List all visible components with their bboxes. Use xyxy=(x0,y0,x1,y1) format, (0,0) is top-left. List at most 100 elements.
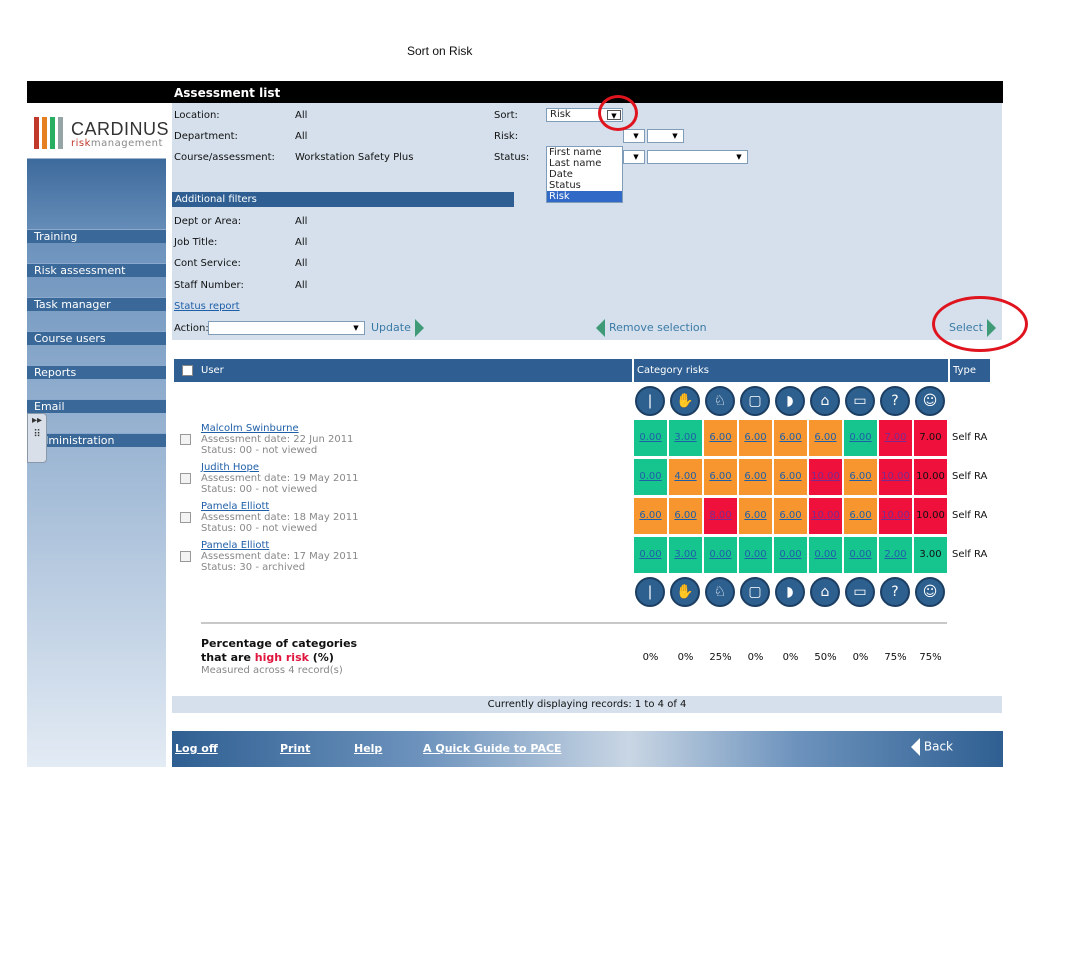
risk-cell[interactable]: 6.00 xyxy=(774,420,807,456)
assessment-status: Status: 00 - not viewed xyxy=(201,445,318,456)
question-icon: ? xyxy=(880,386,910,416)
category-risks-header: Category risks xyxy=(634,359,948,382)
hand-icon: ✋ xyxy=(670,577,700,607)
user-name-link[interactable]: Pamela Elliott xyxy=(201,540,269,551)
risk-cell[interactable]: 0.00 xyxy=(704,537,737,573)
nav-email[interactable]: Email xyxy=(27,399,166,413)
risk-cell[interactable]: 2.00 xyxy=(879,537,912,573)
risk-select-b[interactable]: ▼ xyxy=(647,129,684,143)
quick-guide-link[interactable]: A Quick Guide to PACE xyxy=(423,742,562,755)
status-select-b[interactable]: ▼ xyxy=(647,150,748,164)
print-link[interactable]: Print xyxy=(280,742,310,755)
arrow-right-icon xyxy=(414,319,424,337)
risk-cell[interactable]: 0.00 xyxy=(774,537,807,573)
summary-title: Percentage of categories xyxy=(201,637,358,650)
high-risk-percentage: 50% xyxy=(814,652,837,663)
row-checkbox[interactable] xyxy=(180,473,191,484)
risk-cell[interactable]: 10.00 xyxy=(809,498,842,534)
risk-cell[interactable]: 6.00 xyxy=(739,420,772,456)
risk-cell[interactable]: 6.00 xyxy=(704,420,737,456)
risk-cell[interactable]: 0.00 xyxy=(634,537,667,573)
nav-administration[interactable]: Administration xyxy=(27,433,166,447)
risk-cell[interactable]: 6.00 xyxy=(739,459,772,495)
staff-number-label: Staff Number: xyxy=(174,280,244,291)
risk-cell[interactable]: 8.00 xyxy=(704,498,737,534)
main-content: Location: All Department: All Course/ass… xyxy=(172,103,1003,767)
sidebar-toggle-handle[interactable]: ▸▸ ⠿ xyxy=(27,413,47,463)
risk-cell[interactable]: 0.00 xyxy=(844,420,877,456)
row-type: Self RA xyxy=(952,432,988,443)
chair-icon: ♘ xyxy=(705,577,735,607)
row-type: Self RA xyxy=(952,510,988,521)
monitor-icon: ▢ xyxy=(740,386,770,416)
nav-training[interactable]: Training xyxy=(27,229,166,243)
back-button[interactable]: Back xyxy=(910,738,953,756)
risk-cell[interactable]: 10.00 xyxy=(809,459,842,495)
action-select[interactable]: ▼ xyxy=(208,321,365,335)
row-checkbox[interactable] xyxy=(180,434,191,445)
risk-cell[interactable]: 0.00 xyxy=(739,537,772,573)
risk-cell[interactable]: 3.00 xyxy=(669,537,702,573)
risk-cell[interactable]: 6.00 xyxy=(844,459,877,495)
hand-icon: ✋ xyxy=(670,386,700,416)
user-name-link[interactable]: Judith Hope xyxy=(201,462,259,473)
status-select-a[interactable]: ▼ xyxy=(623,150,645,164)
select-all-checkbox[interactable] xyxy=(182,364,193,376)
footer-bar: Log off Print Help A Quick Guide to PACE… xyxy=(172,731,1003,767)
nav-task-manager[interactable]: Task manager xyxy=(27,297,166,311)
risk-cell[interactable]: 6.00 xyxy=(809,420,842,456)
logoff-link[interactable]: Log off xyxy=(175,742,218,755)
status-report-link[interactable]: Status report xyxy=(174,301,240,312)
risk-cell[interactable]: 6.00 xyxy=(704,459,737,495)
sort-option-risk[interactable]: Risk xyxy=(547,191,622,202)
risk-cell[interactable]: 6.00 xyxy=(739,498,772,534)
action-label: Action: xyxy=(174,323,209,334)
risk-cell[interactable]: 0.00 xyxy=(809,537,842,573)
risk-cell[interactable]: 6.00 xyxy=(774,459,807,495)
risk-cell: 10.00 xyxy=(914,498,947,534)
additional-filters-header: Additional filters xyxy=(172,192,514,207)
assessment-status: Status: 30 - archived xyxy=(201,562,306,573)
row-checkbox[interactable] xyxy=(180,512,191,523)
person-icon: ☺ xyxy=(915,386,945,416)
risk-cell[interactable]: 0.00 xyxy=(634,420,667,456)
user-name-link[interactable]: Pamela Elliott xyxy=(201,501,269,512)
cardinus-logo: CARDINUS riskmanagement xyxy=(34,117,169,151)
risk-cell[interactable]: 6.00 xyxy=(844,498,877,534)
nav-risk-assessment[interactable]: Risk assessment xyxy=(27,263,166,277)
nav-reports[interactable]: Reports xyxy=(27,365,166,379)
risk-cell[interactable]: 6.00 xyxy=(774,498,807,534)
risk-cell[interactable]: 6.00 xyxy=(634,498,667,534)
risk-cell[interactable]: 10.00 xyxy=(879,459,912,495)
row-checkbox[interactable] xyxy=(180,551,191,562)
user-name-link[interactable]: Malcolm Swinburne xyxy=(201,423,299,434)
nav-course-users[interactable]: Course users xyxy=(27,331,166,345)
sort-option-date[interactable]: Date xyxy=(547,169,622,180)
records-status: Currently displaying records: 1 to 4 of … xyxy=(172,696,1002,713)
summary-subtitle: that are high risk (%) xyxy=(201,651,334,664)
risk-cell[interactable]: 3.00 xyxy=(669,420,702,456)
update-button[interactable]: Update xyxy=(371,319,424,337)
risk-select-a[interactable]: ▼ xyxy=(623,129,645,143)
sort-option-first-name[interactable]: First name xyxy=(547,147,622,158)
help-link[interactable]: Help xyxy=(354,742,382,755)
risk-cell[interactable]: 6.00 xyxy=(669,498,702,534)
laptop-icon: ▭ xyxy=(845,577,875,607)
spine-icon: ❘ xyxy=(635,577,665,607)
risk-cell[interactable]: 10.00 xyxy=(879,498,912,534)
sort-option-last-name[interactable]: Last name xyxy=(547,158,622,169)
sort-option-status[interactable]: Status xyxy=(547,180,622,191)
dept-label: Dept or Area: xyxy=(174,216,242,227)
row-type: Self RA xyxy=(952,471,988,482)
risk-cell[interactable]: 7.00 xyxy=(879,420,912,456)
risk-cell[interactable]: 4.00 xyxy=(669,459,702,495)
filter-panel: Location: All Department: All Course/ass… xyxy=(172,103,1002,340)
user-info: Assessment date: 22 Jun 2011 Status: 00 -… xyxy=(201,434,353,456)
job-title-label: Job Title: xyxy=(174,237,218,248)
remove-selection-button[interactable]: Remove selection xyxy=(596,319,707,337)
location-value: All xyxy=(295,110,308,121)
high-risk-percentage: 0% xyxy=(852,652,869,663)
risk-cell[interactable]: 0.00 xyxy=(844,537,877,573)
risk-cell[interactable]: 0.00 xyxy=(634,459,667,495)
page-title: Assessment list xyxy=(174,86,281,100)
